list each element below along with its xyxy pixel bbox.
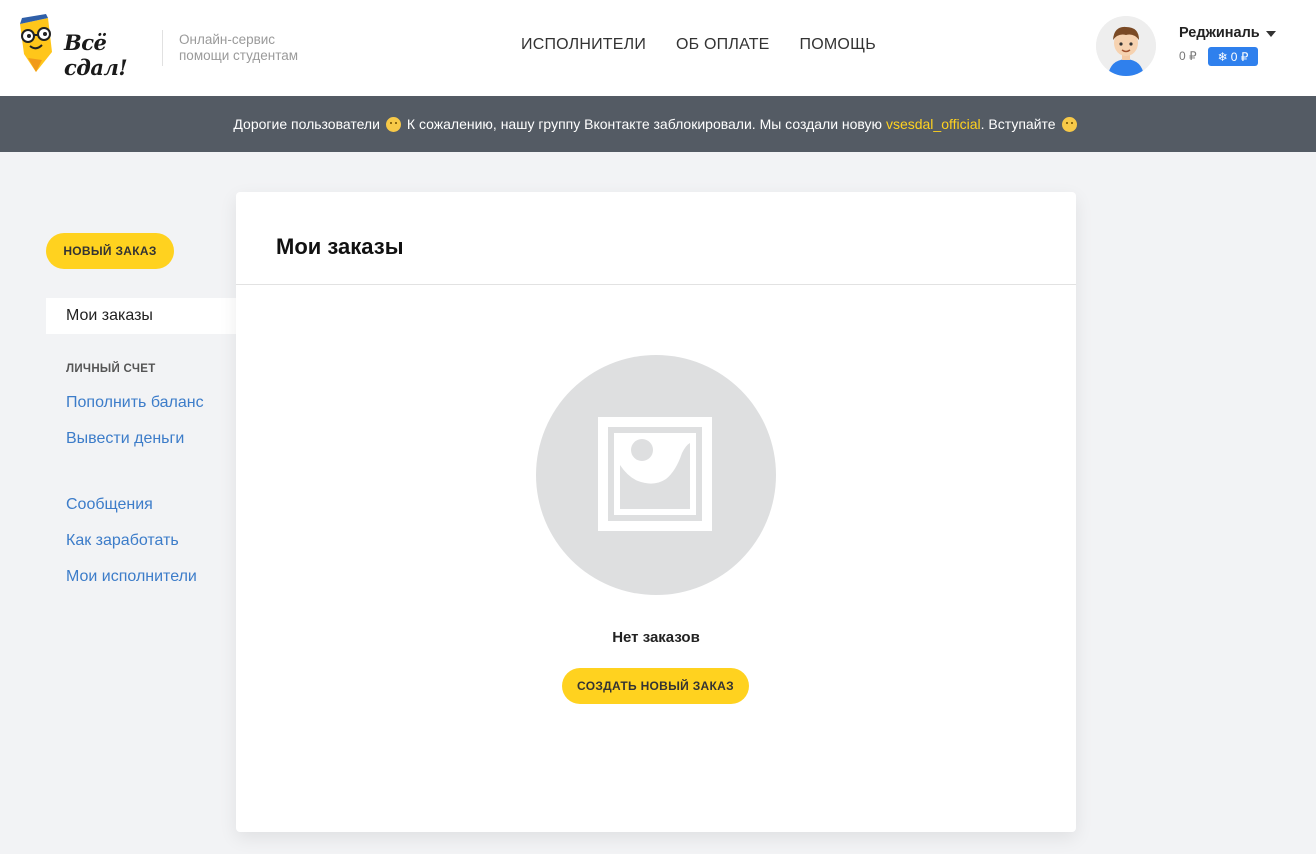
pencil-mascot-icon bbox=[20, 14, 52, 72]
orders-card: Мои заказы Нет заказов СОЗДАТЬ НОВЫЙ ЗАК… bbox=[236, 192, 1076, 832]
user-menu[interactable]: Реджиналь 0 ₽ ❄ 0 ₽ bbox=[1096, 16, 1306, 78]
snowflake-icon: ❄ bbox=[1217, 49, 1228, 64]
balance: 0 ₽ bbox=[1179, 49, 1197, 63]
banner-text-start: Дорогие пользователи bbox=[233, 116, 380, 132]
sidebar-item-earn[interactable]: Как заработать bbox=[66, 532, 179, 550]
main-nav: ИСПОЛНИТЕЛИ ОБ ОПЛАТЕ ПОМОЩЬ bbox=[521, 36, 906, 54]
banner-text-end: . Вступайте bbox=[980, 116, 1056, 132]
sidebar-item-withdraw[interactable]: Вывести деньги bbox=[66, 430, 184, 448]
sidebar-item-top-up[interactable]: Пополнить баланс bbox=[66, 394, 204, 412]
sidebar-item-my-orders[interactable]: Мои заказы bbox=[46, 298, 236, 334]
create-order-button[interactable]: СОЗДАТЬ НОВЫЙ ЗАКАЗ bbox=[562, 668, 749, 704]
sidebar-item-my-performers[interactable]: Мои исполнители bbox=[66, 568, 197, 586]
boy-avatar-icon bbox=[1096, 16, 1156, 76]
tagline-line-2: помощи студентам bbox=[179, 48, 299, 63]
sidebar-item-label: Мои заказы bbox=[66, 307, 153, 324]
card-divider bbox=[236, 284, 1076, 285]
chevron-down-icon[interactable] bbox=[1266, 31, 1276, 37]
sidebar-item-messages[interactable]: Сообщения bbox=[66, 496, 153, 514]
logo[interactable]: Всё сдал! bbox=[14, 14, 164, 80]
empty-state-text: Нет заказов bbox=[612, 629, 700, 646]
bonus-balance-badge: ❄ 0 ₽ bbox=[1208, 47, 1258, 66]
sidebar-section-account: ЛИЧНЫЙ СЧЕТ bbox=[66, 363, 156, 375]
tagline-line-1: Онлайн-сервис bbox=[179, 32, 276, 47]
tagline: Онлайн-сервис помощи студентам bbox=[179, 32, 298, 64]
banner-group-link[interactable]: vsesdal_official bbox=[886, 116, 981, 132]
logo-divider bbox=[162, 30, 163, 66]
nav-help[interactable]: ПОМОЩЬ bbox=[800, 36, 876, 54]
page-title: Мои заказы bbox=[276, 234, 404, 259]
banner-text-middle: К сожалению, нашу группу Вконтакте забло… bbox=[406, 116, 883, 132]
header: Всё сдал! Онлайн-сервис помощи студентам… bbox=[0, 0, 1316, 96]
username[interactable]: Реджиналь bbox=[1179, 25, 1260, 41]
sad-emoji-icon bbox=[385, 116, 401, 132]
empty-state-illustration bbox=[536, 355, 776, 595]
announcement-banner: Дорогие пользователи К сожалению, нашу г… bbox=[0, 96, 1316, 152]
bonus-value: 0 ₽ bbox=[1230, 49, 1249, 64]
avatar[interactable] bbox=[1096, 16, 1156, 76]
new-order-button[interactable]: НОВЫЙ ЗАКАЗ bbox=[46, 233, 174, 269]
logo-text: Всё сдал! bbox=[64, 30, 128, 80]
nav-performers[interactable]: ИСПОЛНИТЕЛИ bbox=[521, 36, 646, 54]
smile-emoji-icon bbox=[1061, 116, 1077, 132]
nav-payment[interactable]: ОБ ОПЛАТЕ bbox=[676, 36, 770, 54]
image-placeholder-icon bbox=[598, 417, 712, 531]
